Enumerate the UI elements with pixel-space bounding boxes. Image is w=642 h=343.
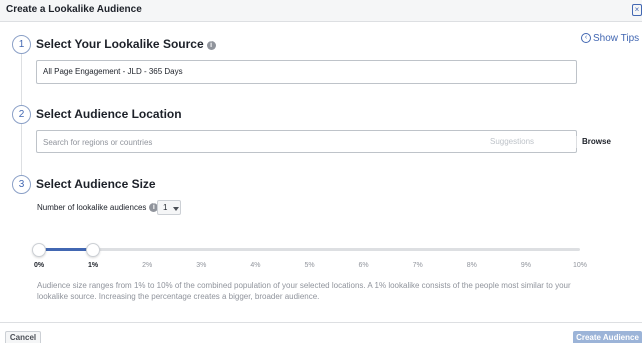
step-1-number: 1 — [12, 35, 31, 54]
step-connector — [21, 124, 22, 176]
slider-handle-end[interactable] — [86, 243, 101, 257]
slider-tick-label: 5% — [304, 262, 315, 269]
audience-size-slider-fill — [39, 248, 94, 251]
audience-size-description: Audience size ranges from 1% to 10% of t… — [37, 281, 571, 301]
num-audiences-label: Number of lookalike audiences i — [37, 203, 159, 212]
slider-tick-label: 3% — [196, 262, 207, 269]
close-icon[interactable]: × — [632, 4, 642, 16]
location-search-box: Suggestions Browse — [36, 130, 611, 153]
browse-button[interactable]: Browse — [582, 137, 611, 146]
num-audiences-select[interactable]: 1 — [157, 200, 181, 215]
lookalike-source-field[interactable]: All Page Engagement - JLD - 365 Days — [36, 60, 577, 84]
step-2-number: 2 — [12, 105, 31, 124]
slider-tick-label: 10% — [572, 262, 588, 269]
slider-handle-start[interactable] — [32, 243, 46, 257]
step-1-title-text: Select Your Lookalike Source — [36, 37, 204, 51]
show-tips-link[interactable]: ‹ Show Tips — [581, 31, 639, 45]
step-3-title: Select Audience Size — [36, 177, 156, 191]
info-icon[interactable]: i — [206, 41, 216, 50]
num-audiences-label-text: Number of lookalike audiences — [37, 203, 147, 212]
cancel-button[interactable]: Cancel — [5, 331, 41, 343]
slider-tick-label: 2% — [142, 262, 153, 269]
location-search-input[interactable] — [43, 136, 473, 148]
slider-tick-label: 7% — [412, 262, 423, 269]
dialog-title: Create a Lookalike Audience — [6, 4, 142, 15]
slider-tick-label: 4% — [250, 262, 261, 269]
chevron-left-icon: ‹ — [581, 33, 591, 43]
suggestions-link[interactable]: Suggestions — [490, 137, 534, 146]
step-2-title: Select Audience Location — [36, 107, 182, 121]
num-audiences-value: 1 — [163, 203, 168, 212]
step-connector — [21, 54, 22, 106]
slider-tick-label: 1% — [88, 262, 99, 269]
step-1-title: Select Your Lookalike Source i — [36, 37, 216, 51]
slider-tick-label: 8% — [466, 262, 477, 269]
create-audience-button[interactable]: Create Audience — [573, 331, 642, 343]
step-3-number: 3 — [12, 175, 31, 194]
show-tips-label: Show Tips — [593, 32, 640, 44]
dialog-footer — [0, 323, 642, 343]
divider — [576, 136, 577, 148]
lookalike-source-value: All Page Engagement - JLD - 365 Days — [43, 67, 183, 76]
caret-down-icon — [173, 207, 179, 211]
slider-tick-label: 6% — [358, 262, 369, 269]
dialog-header: Create a Lookalike Audience × — [0, 0, 642, 22]
slider-tick-label: 9% — [520, 262, 531, 269]
audience-size-slider-track[interactable] — [39, 248, 580, 251]
slider-tick-label: 0% — [33, 262, 45, 269]
